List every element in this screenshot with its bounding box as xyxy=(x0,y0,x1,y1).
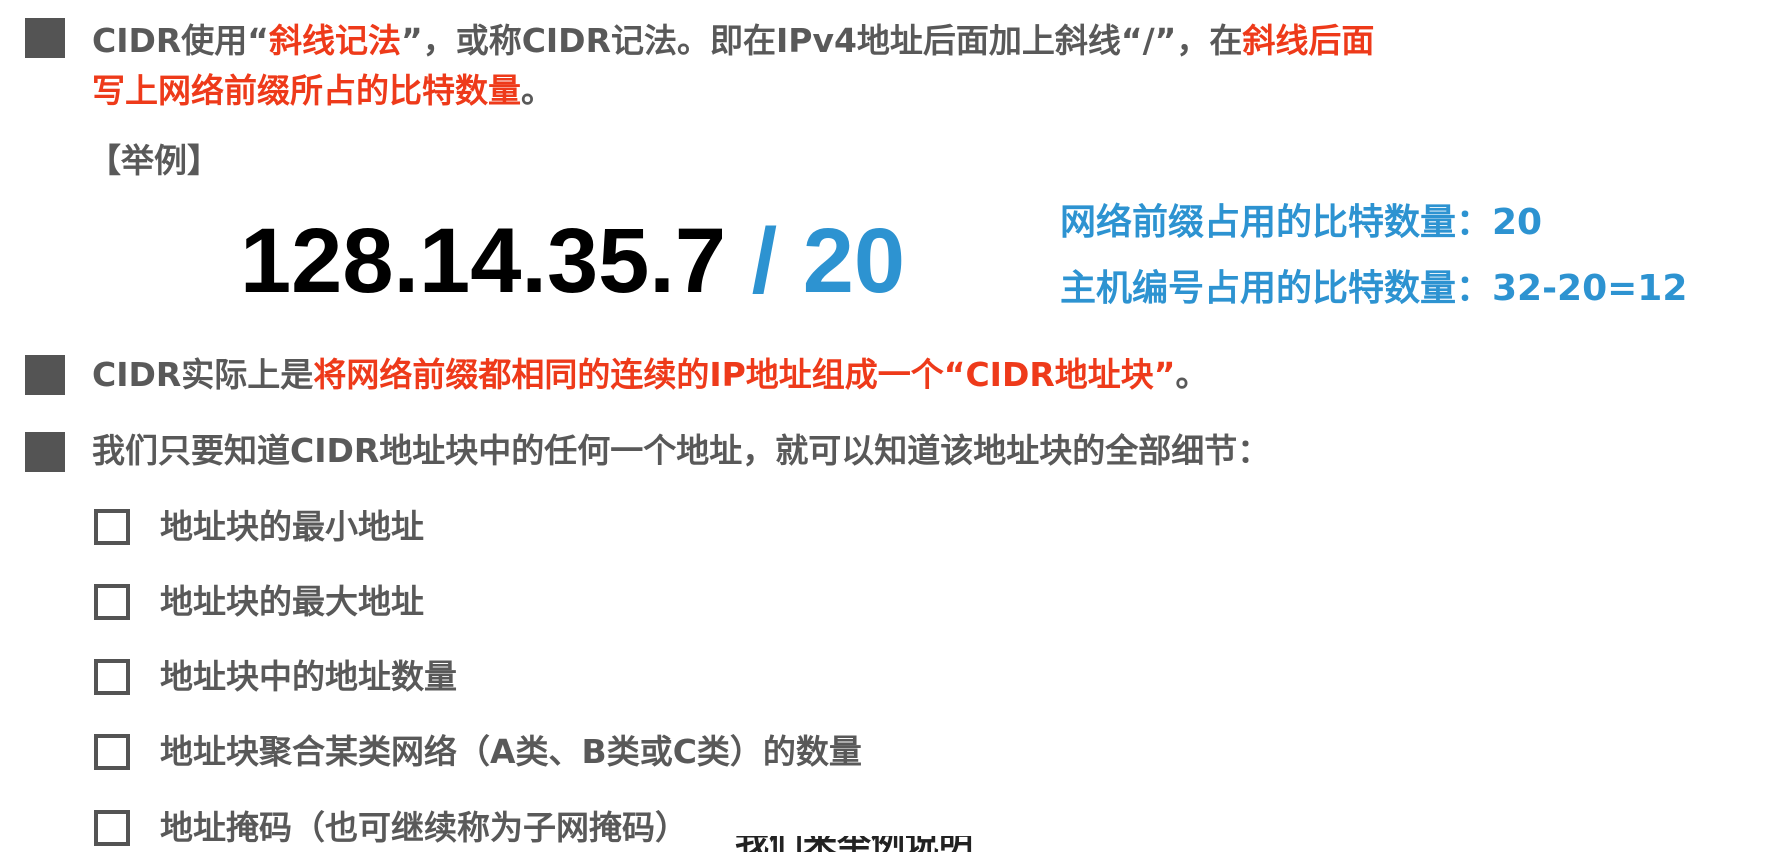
checklist-label: 地址块的最大地址 xyxy=(160,582,424,621)
checkbox-icon xyxy=(94,584,130,620)
cidr-prefix-length: 20 xyxy=(802,210,906,312)
bullet-square-1 xyxy=(25,18,65,58)
note-prefix-bits: 网络前缀占用的比特数量：20 xyxy=(1060,202,1543,243)
p1-text-end: 。 xyxy=(521,71,554,110)
checkbox-icon xyxy=(94,659,130,695)
checkbox-icon xyxy=(94,734,130,770)
checkbox-icon xyxy=(94,509,130,545)
checklist-label: 地址块中的地址数量 xyxy=(160,657,457,696)
paragraph-block-details: 我们只要知道CIDR地址块中的任何一个地址，就可以知道该地址块的全部细节： xyxy=(92,431,1271,470)
p2-highlight-block: 将网络前缀都相同的连续的IP地址组成一个“CIDR地址块” xyxy=(313,355,1176,394)
checklist-item: 地址掩码（也可继续称为子网掩码） xyxy=(94,805,688,851)
bullet-square-3 xyxy=(25,432,65,472)
p1-text-a: CIDR使用“ xyxy=(92,21,269,60)
checkbox-icon xyxy=(94,810,130,846)
cidr-slash: / xyxy=(726,210,803,312)
checklist-label: 地址掩码（也可继续称为子网掩码） xyxy=(160,808,688,847)
p1-text-c: ”，或称CIDR记法。即在IPv4地址后面加上斜线“/”，在 xyxy=(401,21,1243,60)
paragraph-cidr-notation: CIDR使用“斜线记法”，或称CIDR记法。即在IPv4地址后面加上斜线“/”，… xyxy=(92,18,1374,64)
p2-text-a: CIDR实际上是 xyxy=(92,355,314,394)
video-subtitle: 我们来举例说明 xyxy=(735,836,1025,852)
checklist-item: 地址块的最小地址 xyxy=(94,504,424,550)
subtitle-text: 我们来举例说明 xyxy=(735,836,1025,852)
checklist-label: 地址块的最小地址 xyxy=(160,507,424,546)
p1-highlight-after-slash: 斜线后面 xyxy=(1242,21,1375,60)
slide: CIDR使用“斜线记法”，或称CIDR记法。即在IPv4地址后面加上斜线“/”，… xyxy=(0,0,1773,852)
note-host-bits: 主机编号占用的比特数量：32-20=12 xyxy=(1060,268,1688,309)
paragraph-cidr-block: CIDR实际上是将网络前缀都相同的连续的IP地址组成一个“CIDR地址块”。 xyxy=(92,352,1208,398)
checklist-item: 地址块聚合某类网络（A类、B类或C类）的数量 xyxy=(94,729,862,775)
cidr-example: 128.14.35.7 / 20 xyxy=(240,206,905,316)
bullet-square-2 xyxy=(25,355,65,395)
example-label: 【举例】 xyxy=(88,141,220,180)
p2-text-end: 。 xyxy=(1175,355,1209,394)
paragraph-cidr-notation-line2: 写上网络前缀所占的比特数量。 xyxy=(92,68,554,114)
p1-highlight-prefix-bits: 写上网络前缀所占的比特数量 xyxy=(92,71,521,110)
p1-highlight-slash-notation: 斜线记法 xyxy=(269,21,401,60)
checklist-item: 地址块中的地址数量 xyxy=(94,654,457,700)
checklist-item: 地址块的最大地址 xyxy=(94,579,424,625)
cidr-ip-address: 128.14.35.7 xyxy=(240,210,727,312)
checklist-label: 地址块聚合某类网络（A类、B类或C类）的数量 xyxy=(160,732,862,771)
